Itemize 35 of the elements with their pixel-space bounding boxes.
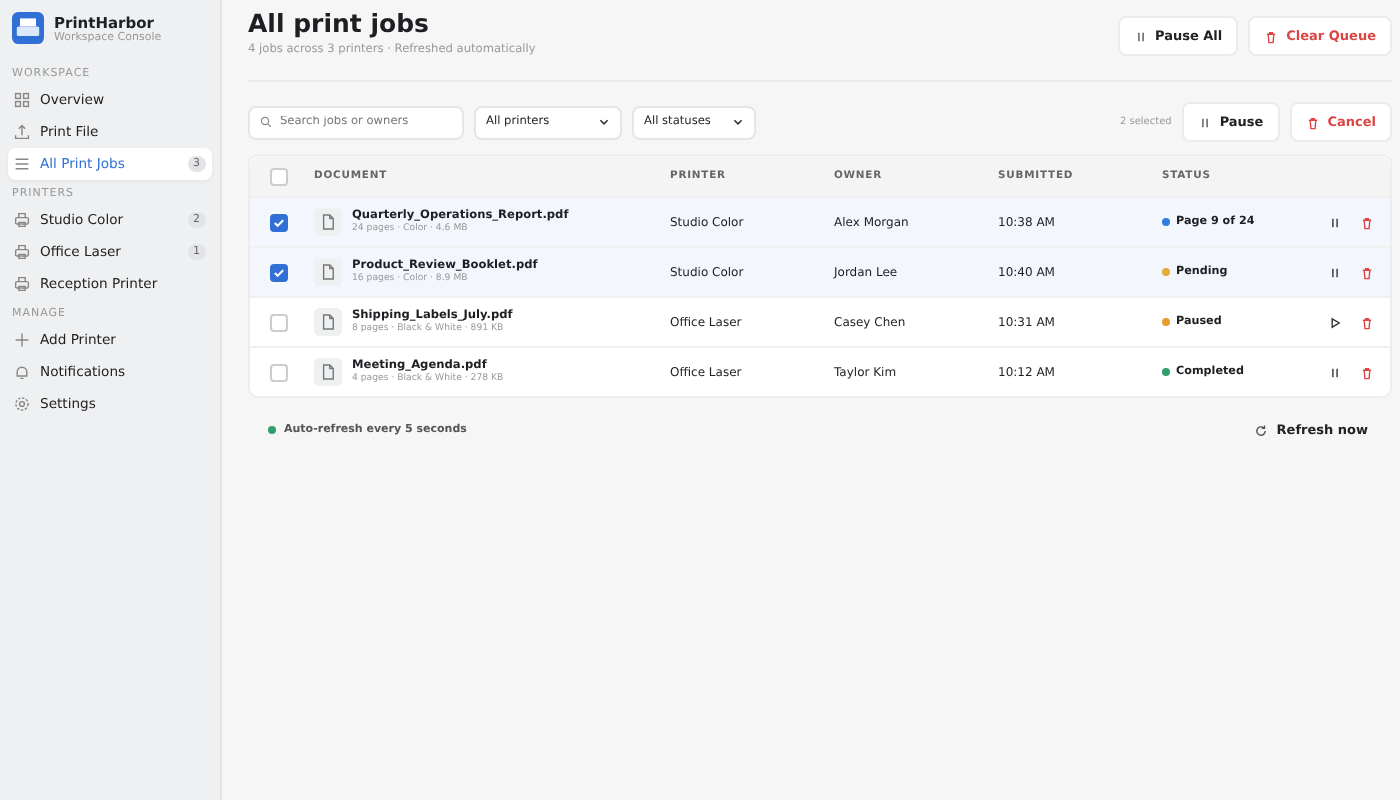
page-title: All print jobs [248, 8, 431, 38]
pause-icon [1197, 115, 1212, 129]
chevron-icon [732, 116, 744, 128]
printer-icon [14, 212, 30, 228]
trash-icon[interactable] [1360, 365, 1374, 379]
plus-icon [14, 332, 30, 348]
document-icon [314, 308, 342, 336]
status-dot [268, 426, 276, 434]
settings-icon [14, 396, 30, 412]
search-icon [260, 116, 272, 128]
document-icon [314, 258, 342, 286]
pause-icon[interactable] [1328, 215, 1342, 229]
pause-icon[interactable] [1328, 265, 1342, 279]
document-icon [314, 208, 342, 236]
trash-icon[interactable] [1360, 265, 1374, 279]
trash-icon [1264, 29, 1279, 43]
row-checkbox[interactable] [269, 263, 287, 281]
trash-icon[interactable] [1360, 215, 1374, 229]
document-icon [314, 358, 342, 386]
printer-icon [14, 276, 30, 292]
bell-icon [14, 364, 30, 380]
pause-icon[interactable] [1328, 365, 1342, 379]
logo-icon [12, 12, 44, 44]
grid-icon [14, 92, 30, 108]
select-all-checkbox[interactable] [269, 167, 287, 185]
list-icon [14, 156, 30, 172]
trash-icon[interactable] [1360, 315, 1374, 329]
chevron-icon [598, 116, 610, 128]
trash-icon [1305, 115, 1320, 129]
printer-icon [14, 244, 30, 260]
play-icon[interactable] [1328, 315, 1342, 329]
row-checkbox[interactable] [269, 213, 287, 231]
refresh-icon [1254, 423, 1269, 437]
pause-icon [1133, 29, 1147, 43]
upload-icon [14, 124, 30, 140]
